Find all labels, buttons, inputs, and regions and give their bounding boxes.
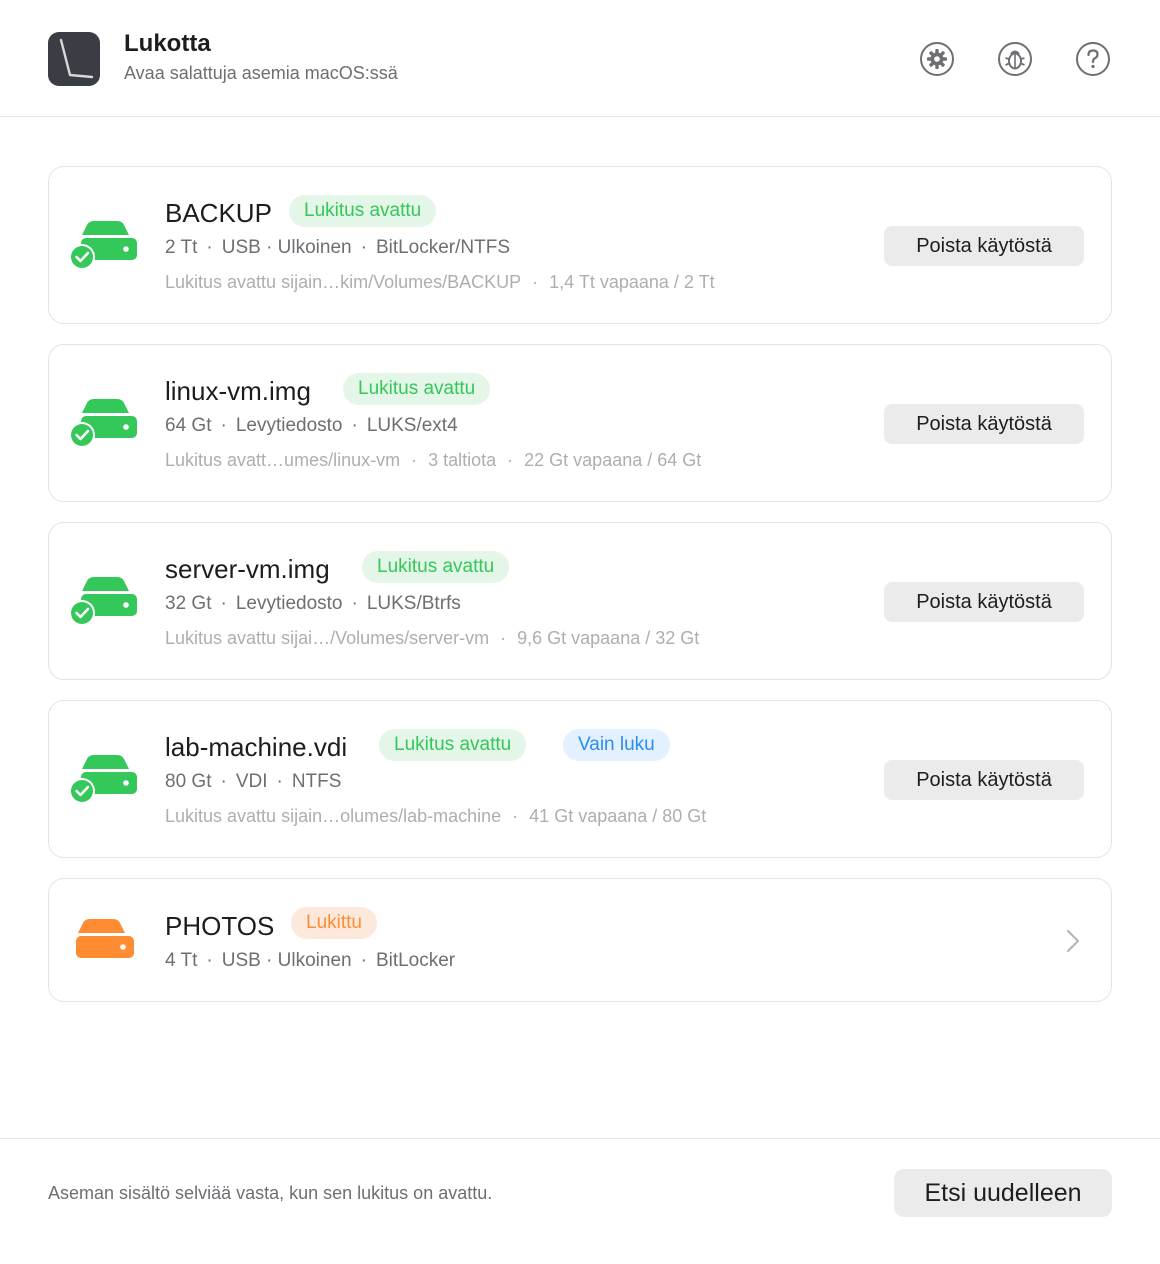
separator: ·: [220, 771, 227, 792]
separator: ·: [351, 415, 358, 436]
mount-path: Lukitus avatt…umes/linux-vm: [165, 450, 401, 470]
separator: ·: [360, 237, 367, 258]
volume-bus: USB · Ulkoinen: [221, 950, 352, 971]
status-badge: Lukitus avattu: [379, 729, 527, 761]
debug-button[interactable]: [997, 41, 1033, 77]
drive-unlocked-icon: [69, 577, 137, 626]
volume-size: 2 Tt: [165, 237, 198, 258]
free-space: 1,4 Tt vapaana / 2 Tt: [549, 272, 715, 292]
volume-name: lab-machine.vdi: [165, 732, 348, 762]
volume-format: LUKS/Btrfs: [366, 593, 461, 614]
separator: ·: [507, 450, 514, 470]
help-icon: [1076, 42, 1110, 76]
drive-unlocked-icon: [69, 755, 137, 804]
volume-meta: 80 Gt · VDI · NTFS: [165, 771, 341, 793]
disable-button[interactable]: Poista käytöstä: [884, 404, 1084, 444]
volume-type: Levytiedosto: [235, 593, 343, 614]
app-logo: [48, 32, 100, 86]
separator: ·: [206, 950, 213, 971]
volume-format: BitLocker/NTFS: [375, 237, 511, 258]
volume-count: 3 taltiota: [428, 450, 497, 470]
status-badge: Lukittu: [291, 907, 377, 939]
volume-name: BACKUP: [165, 198, 272, 228]
volume-card[interactable]: linux-vm.img Lukitus avattu 64 Gt · Levyti…: [48, 344, 1112, 502]
separator: ·: [276, 771, 283, 792]
separator: ·: [206, 237, 213, 258]
volume-size: 32 Gt: [165, 593, 212, 614]
volume-name: server-vm.img: [165, 554, 330, 584]
separator: ·: [360, 950, 367, 971]
app-subtitle: Avaa salattuja asemia macOS:ssä: [124, 63, 398, 83]
disable-button[interactable]: Poista käytöstä: [884, 582, 1084, 622]
volume-meta: 4 Tt · USB · Ulkoinen · BitLocker: [165, 950, 455, 972]
volume-format: NTFS: [291, 771, 342, 792]
volume-size: 64 Gt: [165, 415, 212, 436]
readonly-badge: Vain luku: [563, 729, 670, 761]
separator: ·: [351, 593, 358, 614]
volume-path-line: Lukitus avattu sijain…kim/Volumes/BACKUP…: [165, 272, 715, 293]
settings-button[interactable]: [919, 41, 955, 77]
status-badge: Lukitus avattu: [362, 551, 510, 583]
rescan-button[interactable]: Etsi uudelleen: [894, 1169, 1112, 1217]
chevron-right-icon[interactable]: [1063, 927, 1083, 955]
drive-unlocked-icon: [69, 221, 137, 270]
volume-format: BitLocker: [375, 950, 456, 971]
volume-meta: 64 Gt · Levytiedosto · LUKS/ext4: [165, 415, 458, 437]
volume-type: VDI: [235, 771, 268, 792]
volume-path-line: Lukitus avatt…umes/linux-vm · 3 taltiota · 2…: [165, 450, 701, 471]
volume-format: LUKS/ext4: [366, 415, 458, 436]
volume-type: Levytiedosto: [235, 415, 343, 436]
volume-card[interactable]: lab-machine.vdi Lukitus avattu Vain luku…: [48, 700, 1112, 858]
bug-icon: [998, 42, 1032, 76]
volume-meta: 2 Tt · USB · Ulkoinen · BitLocker/NTFS: [165, 237, 510, 259]
volume-name: linux-vm.img: [165, 376, 311, 406]
volume-bus: USB · Ulkoinen: [221, 237, 352, 258]
volume-name: PHOTOS: [165, 911, 275, 941]
gear-icon: [920, 42, 954, 76]
disable-button[interactable]: Poista käytöstä: [884, 226, 1084, 266]
disable-button[interactable]: Poista käytöstä: [884, 760, 1084, 800]
separator: ·: [512, 806, 519, 826]
separator: ·: [220, 415, 227, 436]
free-space: 41 Gt vapaana / 80 Gt: [529, 806, 707, 826]
free-space: 22 Gt vapaana / 64 Gt: [524, 450, 702, 470]
separator: ·: [532, 272, 539, 292]
separator: ·: [500, 628, 507, 648]
volume-path-line: Lukitus avattu sijai…/Volumes/server-vm ·…: [165, 628, 699, 649]
app-header: Lukotta Avaa salattuja asemia macOS:ssä: [0, 0, 1160, 117]
help-button[interactable]: [1075, 41, 1111, 77]
app-title: Lukotta: [124, 30, 211, 57]
footer: Aseman sisältö selviää vasta, kun sen lu…: [0, 1138, 1160, 1264]
status-badge: Lukitus avattu: [343, 373, 491, 405]
volume-meta: 32 Gt · Levytiedosto · LUKS/Btrfs: [165, 593, 461, 615]
status-badge: Lukitus avattu: [289, 195, 437, 227]
drive-unlocked-icon: [69, 399, 137, 448]
mount-path: Lukitus avattu sijain…olumes/lab-machine: [165, 806, 502, 826]
separator: ·: [220, 593, 227, 614]
volume-path-line: Lukitus avattu sijain…olumes/lab-machine…: [165, 806, 706, 827]
volume-card[interactable]: BACKUP Lukitus avattu 2 Tt · USB · Ulkoine…: [48, 166, 1112, 324]
drive-locked-icon: [76, 919, 134, 958]
volume-size: 80 Gt: [165, 771, 212, 792]
volume-size: 4 Tt: [165, 950, 198, 971]
separator: ·: [411, 450, 418, 470]
volume-card[interactable]: server-vm.img Lukitus avattu 32 Gt · Levyt…: [48, 522, 1112, 680]
free-space: 9,6 Gt vapaana / 32 Gt: [517, 628, 700, 648]
mount-path: Lukitus avattu sijain…kim/Volumes/BACKUP: [165, 272, 522, 292]
mount-path: Lukitus avattu sijai…/Volumes/server-vm: [165, 628, 490, 648]
volume-card[interactable]: PHOTOS Lukittu 4 Tt · USB · Ulkoinen · BitLo…: [48, 878, 1112, 1002]
footer-note: Aseman sisältö selviää vasta, kun sen lu…: [48, 1183, 493, 1203]
